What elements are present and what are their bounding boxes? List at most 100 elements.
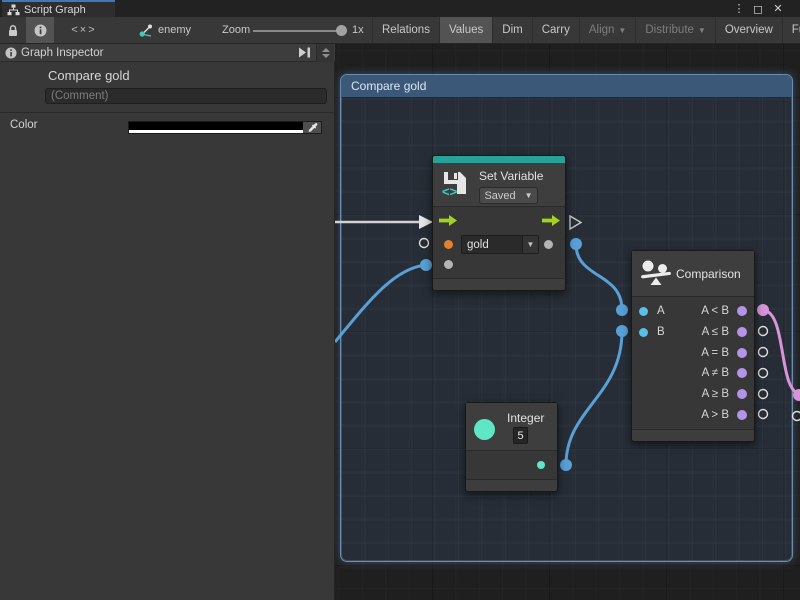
graph-reference-icon [138, 24, 153, 37]
integer-body [466, 451, 557, 479]
zoom-slider-track[interactable] [253, 30, 340, 32]
output-label: A > B [701, 409, 729, 421]
graph-reference[interactable]: enemy [138, 17, 191, 43]
color-swatch[interactable] [129, 122, 303, 133]
inspector-header: Graph Inspector [0, 44, 335, 62]
node-title: Integer [507, 411, 544, 425]
wire-endpoint[interactable] [793, 389, 800, 401]
info-icon [5, 47, 17, 59]
variable-accent-bar [433, 156, 565, 163]
variable-name-port[interactable] [444, 240, 453, 249]
window-menu-icon[interactable]: ⋮ [732, 0, 746, 17]
set-variable-header: <> Set Variable Saved▼ [433, 163, 565, 207]
eyedropper-button[interactable] [303, 122, 321, 133]
inspector-title: Graph Inspector [21, 47, 103, 59]
comparison-row: A > B [632, 404, 754, 425]
comparison-scale-icon [641, 260, 671, 288]
chevron-down-icon: ▼ [698, 26, 706, 35]
scroll-up-icon[interactable] [322, 48, 330, 52]
relations-button[interactable]: Relations [372, 17, 439, 43]
integer-value-input[interactable]: 5 [513, 427, 528, 444]
save-variable-icon: <> [440, 169, 470, 199]
svg-text:<>: <> [442, 184, 458, 199]
output-port[interactable] [737, 348, 747, 358]
scroll-down-icon[interactable] [322, 54, 330, 58]
comparison-row: A ≠ B [632, 363, 754, 384]
integer-output-port[interactable] [537, 461, 545, 469]
graph-canvas[interactable]: Compare gold [335, 44, 800, 600]
distribute-dropdown-button[interactable]: Distribute▼ [635, 17, 715, 43]
overview-button[interactable]: Overview [715, 17, 782, 43]
inspector-toggle-button[interactable] [26, 17, 54, 43]
comparison-row: B A ≤ B [632, 322, 754, 343]
group-header[interactable]: Compare gold [341, 75, 792, 97]
input-label: A [657, 305, 665, 317]
color-alpha-bar [129, 130, 303, 133]
output-port[interactable] [737, 410, 747, 420]
tab-script-graph[interactable]: Script Graph [2, 0, 115, 17]
zoom-slider-thumb[interactable] [336, 25, 347, 36]
integer-header: Integer 5 [466, 403, 557, 451]
comparison-row: A A < B [632, 301, 754, 322]
carry-button[interactable]: Carry [532, 17, 579, 43]
inspector-scroll-spinner[interactable] [316, 44, 334, 62]
code-view-button[interactable]: <×> [62, 17, 106, 43]
output-port[interactable] [737, 327, 747, 337]
integer-icon [474, 419, 495, 440]
node-integer[interactable]: Integer 5 [465, 402, 558, 492]
inspector-graph-title: Compare gold [48, 68, 130, 83]
output-label: A = B [701, 347, 729, 359]
values-button[interactable]: Values [439, 17, 492, 43]
align-dropdown-button[interactable]: Align▼ [579, 17, 636, 43]
script-graph-icon [7, 4, 20, 16]
lock-button[interactable] [0, 17, 26, 43]
value-input-port[interactable] [444, 260, 453, 269]
node-title: Comparison [676, 267, 741, 281]
input-label: B [657, 326, 665, 338]
variable-name-row: gold ▼ [433, 233, 565, 256]
node-title: Set Variable [479, 169, 543, 183]
comparison-row: A = B [632, 342, 754, 363]
node-set-variable[interactable]: <> Set Variable Saved▼ [432, 155, 566, 291]
graph-toolbar: <×> enemy Zoom 1x Relations Values Dim C… [0, 17, 800, 44]
zoom-label: Zoom [222, 17, 250, 43]
chevron-down-icon: ▼ [522, 236, 538, 253]
graph-reference-label: enemy [158, 24, 191, 36]
full-screen-button[interactable]: Full Screen [782, 17, 800, 43]
node-comparison[interactable]: Comparison A A < B B A ≤ B A = B [631, 250, 755, 442]
comment-input[interactable] [45, 88, 327, 104]
dock-panel-icon[interactable] [298, 47, 311, 58]
inspector-divider [0, 112, 335, 113]
output-label: A ≤ B [702, 326, 729, 338]
unity-script-graph-window: Script Graph ⋮ ◻ ✕ <×> [0, 0, 800, 600]
output-port[interactable] [737, 306, 747, 316]
color-field[interactable] [128, 121, 322, 134]
graph-inspector-panel: Graph Inspector Compare gold Color [0, 44, 335, 600]
window-maximize-icon[interactable]: ◻ [750, 0, 766, 17]
output-port[interactable] [737, 389, 747, 399]
eyedropper-icon [307, 122, 318, 133]
info-icon [34, 24, 47, 37]
output-label: A ≥ B [702, 388, 729, 400]
value-output-port[interactable] [544, 240, 553, 249]
flow-row [433, 207, 565, 233]
output-label: A < B [701, 305, 729, 317]
toolbar-button-group: Relations Values Dim Carry Align▼ Distri… [372, 17, 800, 43]
flow-input-icon[interactable] [439, 215, 457, 226]
input-port-a[interactable] [639, 307, 648, 316]
output-label: A ≠ B [702, 367, 729, 379]
variable-name-dropdown[interactable]: gold ▼ [461, 235, 539, 254]
comparison-body: A A < B B A ≤ B A = B A ≠ B [632, 297, 754, 429]
window-titlebar: Script Graph ⋮ ◻ ✕ [0, 0, 800, 17]
group-title: Compare gold [351, 79, 426, 93]
window-close-icon[interactable]: ✕ [770, 0, 786, 17]
comparison-row: A ≥ B [632, 384, 754, 405]
color-field-label: Color [10, 119, 37, 131]
output-port[interactable] [737, 368, 747, 378]
variable-scope-dropdown[interactable]: Saved▼ [479, 187, 538, 204]
flow-output-icon[interactable] [542, 215, 560, 226]
comparison-header: Comparison [632, 251, 754, 297]
unconnected-port[interactable] [793, 412, 800, 421]
dim-button[interactable]: Dim [492, 17, 531, 43]
input-port-b[interactable] [639, 328, 648, 337]
